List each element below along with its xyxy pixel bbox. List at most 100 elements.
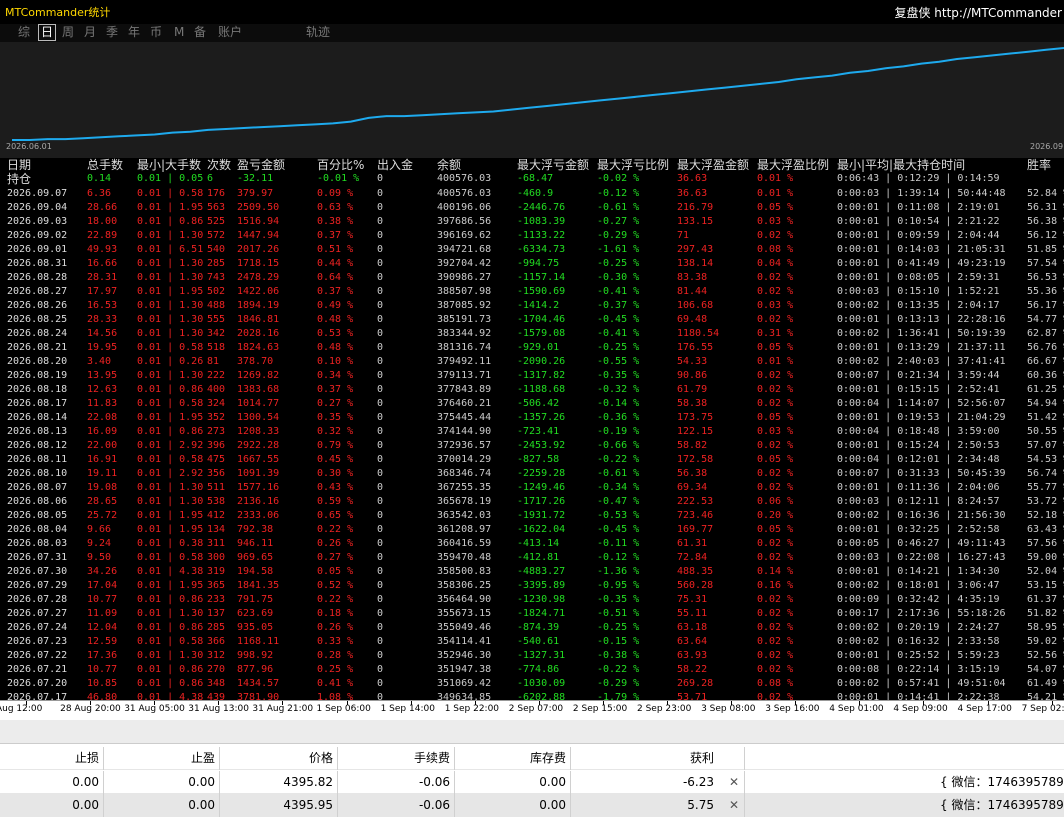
table-row[interactable]: 2026.07.23 12.59 0.01 | 0.58 366 1168.11 0.33… xyxy=(0,635,1064,649)
cell-col-2: 0.01 | 1.30 xyxy=(137,258,204,269)
tab-7[interactable]: M xyxy=(172,25,186,40)
tab-2[interactable]: 周 xyxy=(60,25,76,40)
table-row[interactable]: 2026.08.28 28.31 0.01 | 1.30 743 2478.29 0.64… xyxy=(0,271,1064,285)
table-row[interactable]: 2026.07.17 46.80 0.01 | 4.38 439 3781.90 1.08… xyxy=(0,691,1064,700)
table-row[interactable]: 2026.08.31 16.66 0.01 | 1.30 285 1718.15 0.44… xyxy=(0,257,1064,271)
cell-col-8: -1030.09 xyxy=(517,678,566,689)
header-col-4[interactable]: 盈亏金额 xyxy=(237,158,285,173)
table-row[interactable]: 2026.08.11 16.91 0.01 | 0.58 475 1667.55 0.45… xyxy=(0,453,1064,467)
header-col-8[interactable]: 最大浮亏金额 xyxy=(517,158,589,173)
cell-col-0: 2026.08.10 xyxy=(7,468,68,479)
table-row[interactable]: 2026.08.27 17.97 0.01 | 1.95 502 1422.06 0.37… xyxy=(0,285,1064,299)
table-row[interactable]: 2026.08.18 12.63 0.01 | 0.86 400 1383.68 0.37… xyxy=(0,383,1064,397)
tab-1[interactable]: 日 xyxy=(38,24,57,41)
table-row[interactable]: 2026.09.04 28.66 0.01 | 1.95 563 2509.50 0.63… xyxy=(0,201,1064,215)
close-position-icon[interactable]: ✕ xyxy=(729,794,739,817)
table-row[interactable]: 2026.07.28 10.77 0.01 | 0.86 233 791.75 0.22 … xyxy=(0,593,1064,607)
table-row[interactable]: 2026.08.26 16.53 0.01 | 1.30 488 1894.19 0.49… xyxy=(0,299,1064,313)
pos-header-2[interactable]: 价格 xyxy=(220,747,338,770)
pos-header-1[interactable]: 止盈 xyxy=(104,747,220,770)
cell-col-3: 396 xyxy=(207,440,226,451)
cell-col-4: 378.70 xyxy=(237,356,274,367)
table-row[interactable]: 2026.07.27 11.09 0.01 | 1.30 137 623.69 0.18 … xyxy=(0,607,1064,621)
header-col-7[interactable]: 余额 xyxy=(437,158,461,173)
table-row[interactable]: 2026.08.07 19.08 0.01 | 1.30 511 1577.16 0.43… xyxy=(0,481,1064,495)
position-row[interactable]: 0.00 0.00 4395.95 -0.06 0.00 5.75 ✕{ 微信：174639… xyxy=(0,794,1064,817)
table-row[interactable]: 2026.08.21 19.95 0.01 | 0.58 518 1824.63 0.48… xyxy=(0,341,1064,355)
table-row[interactable]: 2026.08.06 28.65 0.01 | 1.30 538 2136.16 0.59… xyxy=(0,495,1064,509)
tab-3[interactable]: 月 xyxy=(82,25,98,40)
summary-maxlosspct: -0.02 % xyxy=(597,173,640,184)
close-position-icon[interactable]: ✕ xyxy=(729,771,739,794)
cell-col-10: 81.44 xyxy=(677,286,708,297)
table-row[interactable]: 2026.07.21 10.77 0.01 | 0.86 270 877.96 0.25 … xyxy=(0,663,1064,677)
table-row[interactable]: 2026.07.24 12.04 0.01 | 0.86 285 935.05 0.26 … xyxy=(0,621,1064,635)
pos-header-3[interactable]: 手续费 xyxy=(338,747,455,770)
table-row[interactable]: 2026.08.05 25.72 0.01 | 1.95 412 2333.06 0.65… xyxy=(0,509,1064,523)
table-row[interactable]: 2026.08.20 3.40 0.01 | 0.26 81 378.70 0.10 % 0… xyxy=(0,355,1064,369)
table-row[interactable]: 2026.08.03 9.24 0.01 | 0.38 311 946.11 0.26 %… xyxy=(0,537,1064,551)
table-row[interactable]: 2026.08.12 22.00 0.01 | 2.92 396 2922.28 0.79… xyxy=(0,439,1064,453)
pos-swap: 0.00 xyxy=(455,794,571,817)
pos-header-0[interactable]: 止损 xyxy=(0,747,104,770)
table-row[interactable]: 2026.09.02 22.89 0.01 | 1.30 572 1447.94 0.37… xyxy=(0,229,1064,243)
table-row[interactable]: 2026.08.25 28.33 0.01 | 1.30 555 1846.81 0.48… xyxy=(0,313,1064,327)
tab-5[interactable]: 年 xyxy=(126,25,142,40)
tab-4[interactable]: 季 xyxy=(104,25,120,40)
pos-header-5[interactable]: 获利 xyxy=(571,747,745,770)
cell-col-0: 2026.07.17 xyxy=(7,692,68,700)
header-col-9[interactable]: 最大浮亏比例 xyxy=(597,158,669,173)
table-row[interactable]: 2026.08.04 9.66 0.01 | 1.95 134 792.38 0.22 %… xyxy=(0,523,1064,537)
tab-6[interactable]: 币 xyxy=(148,25,164,40)
position-row[interactable]: 0.00 0.00 4395.82 -0.06 0.00 -6.23 ✕{ 微信：17463… xyxy=(0,771,1064,794)
tab-9[interactable]: 账户 xyxy=(216,25,244,40)
tab-10[interactable]: 轨迹 xyxy=(304,25,332,40)
table-row[interactable]: 2026.08.19 13.95 0.01 | 1.30 222 1269.82 0.34… xyxy=(0,369,1064,383)
table-row[interactable]: 2026.08.13 16.09 0.01 | 0.86 273 1208.33 0.32… xyxy=(0,425,1064,439)
cell-col-1: 17.97 xyxy=(87,286,118,297)
table-row[interactable]: 2026.08.14 22.08 0.01 | 1.95 352 1300.54 0.35… xyxy=(0,411,1064,425)
cell-col-13: 52.84 % xyxy=(1027,188,1064,199)
header-col-0[interactable]: 日期 xyxy=(7,158,31,173)
cell-col-8: -1133.22 xyxy=(517,230,566,241)
header-col-6[interactable]: 出入金 xyxy=(377,158,413,173)
table-row[interactable]: 2026.09.03 18.00 0.01 | 0.86 525 1516.94 0.38… xyxy=(0,215,1064,229)
tab-8[interactable]: 备 xyxy=(192,25,208,40)
cell-col-10: 133.15 xyxy=(677,216,714,227)
header-col-10[interactable]: 最大浮盈金额 xyxy=(677,158,749,173)
header-col-2[interactable]: 最小|大手数 xyxy=(137,158,201,173)
header-col-1[interactable]: 总手数 xyxy=(87,158,123,173)
table-row[interactable]: 2026.07.31 9.50 0.01 | 0.58 300 969.65 0.27 %… xyxy=(0,551,1064,565)
cell-col-8: -4883.27 xyxy=(517,566,566,577)
cell-col-2: 0.01 | 0.58 xyxy=(137,188,204,199)
cell-col-2: 0.01 | 1.30 xyxy=(137,650,204,661)
cell-col-4: 1422.06 xyxy=(237,286,280,297)
chart-start-label: 2026.06.01 xyxy=(6,142,52,151)
table-row[interactable]: 2026.08.24 14.56 0.01 | 1.30 342 2028.16 0.53… xyxy=(0,327,1064,341)
cell-col-7: 400196.06 xyxy=(437,202,492,213)
brand-link[interactable]: 复盘侠 http://MTCommander xyxy=(894,4,1062,21)
header-col-3[interactable]: 次数 xyxy=(207,158,231,173)
cell-col-4: 1208.33 xyxy=(237,426,280,437)
cell-col-6: 0 xyxy=(377,202,384,213)
cell-col-4: 1718.15 xyxy=(237,258,280,269)
header-col-12[interactable]: 最小|平均|最大持仓时间 xyxy=(837,158,965,173)
header-col-11[interactable]: 最大浮盈比例 xyxy=(757,158,829,173)
header-col-13[interactable]: 胜率 xyxy=(1027,158,1051,173)
cell-col-0: 2026.07.24 xyxy=(7,622,68,633)
cell-col-10: 297.43 xyxy=(677,244,714,255)
table-row[interactable]: 2026.09.01 49.93 0.01 | 6.51 540 2017.26 0.51… xyxy=(0,243,1064,257)
cell-col-3: 488 xyxy=(207,300,226,311)
table-row[interactable]: 2026.07.29 17.04 0.01 | 1.95 365 1841.35 0.52… xyxy=(0,579,1064,593)
pos-header-4[interactable]: 库存费 xyxy=(455,747,571,770)
panel-splitter[interactable] xyxy=(0,720,1064,744)
table-row[interactable]: 2026.08.17 11.83 0.01 | 0.58 324 1014.77 0.27… xyxy=(0,397,1064,411)
table-row[interactable]: 2026.07.30 34.26 0.01 | 4.38 319 194.58 0.05 … xyxy=(0,565,1064,579)
cell-col-3: 134 xyxy=(207,524,226,535)
table-row[interactable]: 2026.09.07 6.36 0.01 | 0.58 176 379.97 0.09 %… xyxy=(0,187,1064,201)
table-row[interactable]: 2026.07.22 17.36 0.01 | 1.30 312 998.92 0.28 … xyxy=(0,649,1064,663)
table-row[interactable]: 2026.08.10 19.11 0.01 | 2.92 356 1091.39 0.30… xyxy=(0,467,1064,481)
table-row[interactable]: 2026.07.20 10.85 0.01 | 0.86 348 1434.57 0.41… xyxy=(0,677,1064,691)
header-col-5[interactable]: 百分比% xyxy=(317,158,364,173)
tab-0[interactable]: 综 xyxy=(16,25,32,40)
